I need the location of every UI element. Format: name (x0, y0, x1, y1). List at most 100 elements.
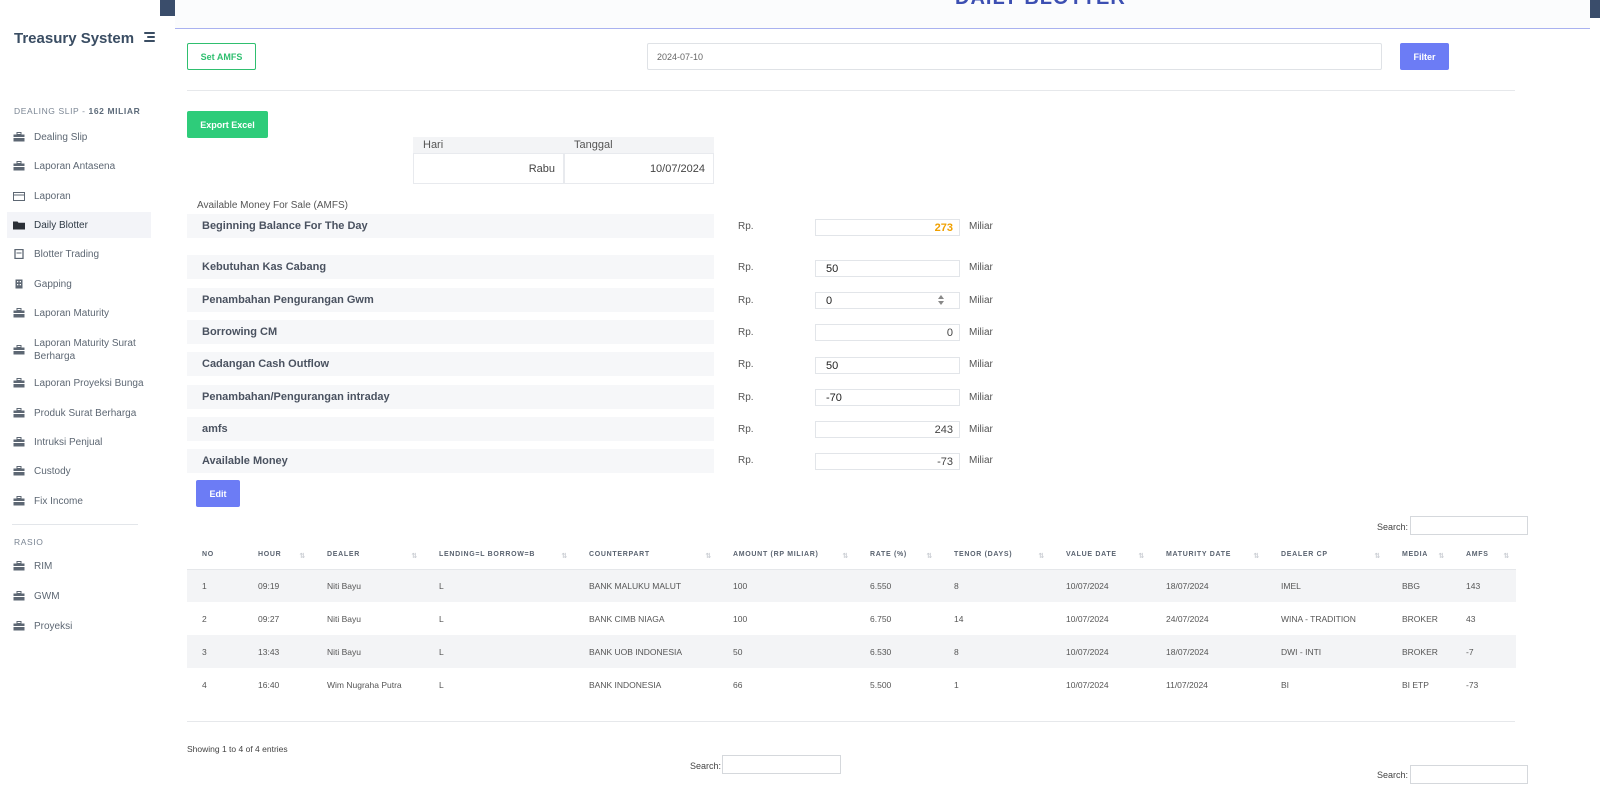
column-header-tenor-days[interactable]: TENOR (DAYS) ⇅ (939, 541, 1051, 570)
sidebar-item-daily-blotter[interactable]: Daily Blotter (7, 212, 151, 238)
sort-icon[interactable]: ⇅ (299, 552, 306, 560)
amfs-row-label: Cadangan Cash Outflow (187, 352, 714, 376)
briefcase-icon (13, 408, 25, 418)
sidebar-item-label: Laporan Proyeksi Bunga (34, 377, 144, 389)
table-cell: 100 (733, 613, 748, 624)
column-header-amount-rp-miliar[interactable]: AMOUNT (RP MILIAR) ⇅ (718, 541, 855, 570)
currency-label: Rp. (738, 221, 754, 232)
sidebar-item-label: RIM (34, 560, 53, 572)
table-row[interactable]: 4 16:40 Wim Nugraha Putra L BANK INDONESIA 66… (187, 668, 1516, 701)
table-cell: 1 (954, 679, 959, 690)
column-header-counterpart[interactable]: COUNTERPART ⇅ (574, 541, 718, 570)
unit-label: Miliar (969, 424, 993, 435)
table-cell: 50 (718, 635, 855, 668)
table-row[interactable]: 2 09:27 Niti Bayu L BANK CIMB NIAGA 100 6.750 1… (187, 602, 1516, 635)
column-header-label: MATURITY DATE (1166, 551, 1232, 559)
cadangan-cash-input[interactable]: 50 (815, 357, 960, 374)
sidebar-item-gwm[interactable]: GWM (7, 583, 151, 609)
sidebar-item-intruksi-penjual[interactable]: Intruksi Penjual (7, 429, 151, 455)
bottom-search-input[interactable] (722, 755, 841, 774)
sidebar-item-label: Daily Blotter (34, 219, 88, 231)
sidebar-item-fix-income[interactable]: Fix Income (7, 488, 151, 514)
sidebar-item-laporan[interactable]: Laporan (7, 183, 151, 209)
sort-icon[interactable]: ⇅ (1138, 552, 1145, 560)
sort-icon[interactable]: ⇅ (1503, 552, 1510, 560)
table-cell: BANK INDONESIA (589, 679, 662, 690)
table-cell: 6.550 (855, 569, 939, 602)
sidebar-item-dealing-slip[interactable]: Dealing Slip (7, 124, 151, 150)
sort-icon[interactable]: ⇅ (926, 552, 933, 560)
sidebar-item-rim[interactable]: RIM (7, 553, 151, 579)
sidebar-item-proyeksi[interactable]: Proyeksi (7, 613, 151, 639)
table-cell: DWI - INTI (1266, 635, 1387, 668)
table-cell: 24/07/2024 (1166, 613, 1209, 624)
sidebar-item-custody[interactable]: Custody (7, 458, 151, 484)
unit-label: Miliar (969, 295, 993, 306)
table-cell: BANK UOB INDONESIA (574, 635, 718, 668)
sidebar-item-blotter-trading[interactable]: Blotter Trading (7, 241, 151, 267)
column-header-no[interactable]: NO (187, 541, 243, 570)
sidebar-item-label: Produk Surat Berharga (34, 407, 137, 419)
borrowing-cm-value: 0 (815, 324, 960, 341)
filter-button[interactable]: Filter (1400, 43, 1449, 70)
edit-button[interactable]: Edit (196, 480, 240, 507)
date-input[interactable]: 2024-07-10 (647, 43, 1382, 70)
column-header-value-date[interactable]: VALUE DATE ⇅ (1051, 541, 1151, 570)
sort-icon[interactable]: ⇅ (1438, 552, 1445, 560)
sidebar-item-laporan-maturity-surat-berharga[interactable]: Laporan Maturity Surat Berharga (7, 333, 151, 367)
column-header-dealer-cp[interactable]: DEALER CP ⇅ (1266, 541, 1387, 570)
table-row[interactable]: 1 09:19 Niti Bayu L BANK MALUKU MALUT 100 6.55… (187, 569, 1516, 602)
top-accent-right (1590, 0, 1600, 18)
table-cell: 6.530 (855, 635, 939, 668)
table-cell: BROKER (1387, 635, 1451, 668)
briefcase-icon (13, 345, 25, 355)
gwm-number-input[interactable]: 0 (815, 292, 960, 309)
table-cell: -7 (1451, 635, 1516, 668)
unit-label: Miliar (969, 262, 993, 273)
intraday-input[interactable]: -70 (815, 389, 960, 406)
divider (187, 721, 1515, 722)
sort-icon[interactable]: ⇅ (1253, 552, 1260, 560)
column-header-label: AMOUNT (RP MILIAR) (733, 551, 819, 559)
sidebar-item-laporan-proyeksi-bunga[interactable]: Laporan Proyeksi Bunga (7, 370, 151, 396)
export-excel-button[interactable]: Export Excel (187, 111, 268, 138)
sidebar-item-laporan-antasena[interactable]: Laporan Antasena (7, 153, 151, 179)
table-cell: L (424, 635, 574, 668)
sort-icon[interactable]: ⇅ (1374, 552, 1381, 560)
column-header-label: DEALER (327, 551, 360, 559)
sort-icon[interactable]: ⇅ (411, 552, 418, 560)
table-row[interactable]: 3 13:43 Niti Bayu L BANK UOB INDONESIA 50 6.53… (187, 635, 1516, 668)
table-cell: 10/07/2024 (1066, 679, 1109, 690)
column-header-maturity-date[interactable]: MATURITY DATE ⇅ (1151, 541, 1266, 570)
column-header-dealer[interactable]: DEALER ⇅ (312, 541, 424, 570)
kebutuhan-kas-input[interactable]: 50 (815, 260, 960, 277)
briefcase-icon (13, 437, 25, 447)
briefcase-icon (13, 496, 25, 506)
search-label: Search: (1377, 770, 1409, 780)
sidebar-item-label: Blotter Trading (34, 248, 100, 260)
page-header-band: DAILY BLOTTER (175, 0, 1590, 29)
column-header-amfs[interactable]: AMFS ⇅ (1451, 541, 1516, 570)
sidebar-item-laporan-maturity[interactable]: Laporan Maturity (7, 300, 151, 326)
table-cell: 2 (202, 613, 207, 624)
amfs-row-label: Available Money (187, 449, 714, 473)
table-search-input[interactable] (1410, 516, 1528, 535)
column-header-media[interactable]: MEDIA ⇅ (1387, 541, 1451, 570)
sort-icon[interactable]: ⇅ (842, 552, 849, 560)
table-cell: 18/07/2024 (1151, 635, 1266, 668)
menu-toggle-icon[interactable] (144, 32, 155, 43)
table-cell: 5.500 (870, 679, 892, 690)
column-header-lending-l-borrow-b[interactable]: LENDING=L BORROW=B ⇅ (424, 541, 574, 570)
spinner-icon[interactable] (938, 294, 945, 308)
sort-icon[interactable]: ⇅ (561, 552, 568, 560)
sort-icon[interactable]: ⇅ (705, 552, 712, 560)
secondary-search-input[interactable] (1410, 765, 1528, 784)
sidebar-item-gapping[interactable]: Gapping (7, 271, 151, 297)
column-header-hour[interactable]: HOUR ⇅ (243, 541, 312, 570)
table-cell: L (439, 679, 444, 690)
set-amfs-button[interactable]: Set AMFS (187, 43, 256, 70)
column-header-rate[interactable]: RATE (%) ⇅ (855, 541, 939, 570)
sidebar-item-produk-surat-berharga[interactable]: Produk Surat Berharga (7, 400, 151, 426)
sort-icon[interactable]: ⇅ (1038, 552, 1045, 560)
column-header-label: TENOR (DAYS) (954, 551, 1013, 559)
